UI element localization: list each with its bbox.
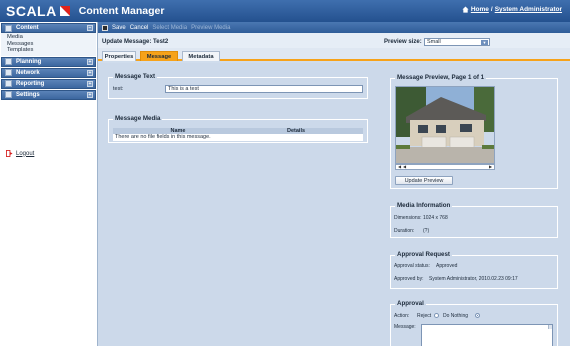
panel-title: Message Media [113, 115, 163, 122]
panel-title: Media Information [395, 202, 453, 209]
reject-radio[interactable] [434, 313, 439, 318]
tab-bar: Properties Message Metadata [98, 48, 570, 61]
dimensions-value: 1024 x 768 [423, 215, 448, 221]
approval-request-panel: Approval Request Approval status: Approv… [390, 251, 558, 289]
content-icon [5, 24, 12, 32]
section-label: Reporting [16, 80, 45, 87]
expand-icon[interactable]: + [87, 69, 93, 76]
panel-title: Message Text [113, 73, 158, 80]
media-info-panel: Media Information Dimensions: 1024 x 768… [390, 202, 558, 238]
panel-title: Message Preview, Page 1 of 1 [395, 74, 487, 81]
message-text-panel: Message Text test: This is a test [108, 73, 368, 99]
toolbar: Save Cancel Select Media Preview Media [98, 22, 570, 33]
collapse-icon[interactable]: − [87, 25, 93, 31]
main-area: Save Cancel Select Media Preview Media U… [98, 22, 570, 346]
approval-status-label: Approval status: [394, 263, 430, 269]
app-header: SCALA Content Manager Home / System Admi… [0, 0, 570, 22]
dimensions-label: Dimensions: [394, 215, 422, 221]
top-links: Home / System Administrator [462, 6, 562, 13]
section-label: Planning [16, 58, 42, 65]
select-media-button: Select Media [152, 24, 188, 31]
message-label: Message: [394, 324, 416, 330]
logout-link[interactable]: Logout [16, 151, 34, 157]
user-link[interactable]: System Administrator [495, 6, 562, 13]
home-icon[interactable] [462, 6, 469, 13]
test-field-label: test: [113, 86, 124, 92]
app-title: Content Manager [78, 5, 165, 17]
save-button[interactable]: Save [112, 25, 126, 31]
reporting-icon [5, 80, 12, 87]
preview-size-label: Preview size: [384, 39, 422, 45]
title-row: Update Message: Test2 Preview size: Smal… [98, 33, 570, 48]
panel-title: Approval [395, 300, 426, 307]
network-icon [5, 69, 12, 76]
tab-metadata[interactable]: Metadata [182, 51, 220, 61]
reject-label: Reject [417, 313, 432, 319]
sidebar-section-network[interactable]: Network + [1, 67, 96, 78]
save-icon[interactable] [102, 24, 108, 31]
logo-mark-icon [59, 5, 71, 17]
duration-value: (?) [423, 228, 430, 234]
settings-icon [5, 91, 12, 98]
panel-title: Approval Request [395, 251, 452, 258]
sidebar-section-planning[interactable]: Planning + [1, 56, 96, 67]
section-label: Network [16, 69, 40, 76]
do-nothing-label: Do Nothing [443, 313, 469, 319]
cancel-button[interactable]: Cancel [130, 25, 149, 31]
logout-icon [6, 150, 13, 157]
section-label: Settings [16, 91, 40, 98]
next-page-icon[interactable]: ▶ [488, 165, 493, 169]
home-link[interactable]: Home [471, 6, 489, 13]
section-label: Content [16, 25, 39, 31]
approved-by-value: System Administrator, 2010.02.23 09:17 [429, 276, 518, 282]
do-nothing-radio[interactable] [475, 313, 480, 318]
expand-icon[interactable]: + [87, 91, 93, 98]
scala-logo: SCALA Content Manager [6, 3, 165, 19]
preview-image [395, 86, 495, 164]
duration-label: Duration: [394, 228, 415, 234]
approval-status-value: Approved [436, 263, 458, 269]
tab-message[interactable]: Message [140, 51, 178, 61]
message-media-panel: Message Media Name Details There are no … [108, 115, 368, 143]
logo-text: SCALA [6, 3, 57, 19]
logout[interactable]: Logout [6, 150, 34, 157]
preview-panel: Message Preview, Page 1 of 1 ◀ ◀ ▶ Updat… [390, 74, 558, 189]
preview-size-value: Small [427, 39, 441, 45]
page-title: Update Message: Test2 [102, 39, 169, 45]
planning-icon [5, 58, 12, 65]
update-preview-button[interactable]: Update Preview [395, 176, 453, 185]
sidebar-section-content[interactable]: Content − [1, 23, 96, 33]
expand-icon[interactable]: + [87, 80, 93, 87]
expand-icon[interactable]: + [87, 58, 93, 65]
approved-by-label: Approved by: [394, 276, 424, 282]
sidebar-item-templates[interactable]: Templates [7, 47, 96, 54]
approval-message-textarea[interactable] [421, 324, 553, 346]
content-area: Message Text test: This is a test Messag… [98, 63, 570, 346]
test-field-input[interactable]: This is a test [165, 85, 363, 93]
preview-size-select[interactable]: Small ▼ [424, 38, 490, 46]
empty-row: There are no file fields in this message… [113, 134, 363, 141]
sidebar: Content − Media Messages Templates Plann… [0, 22, 98, 346]
sidebar-section-settings[interactable]: Settings + [1, 89, 96, 100]
approval-panel: Approval Action: Reject Do Nothing Messa… [390, 300, 558, 346]
action-label: Action: [394, 313, 410, 319]
media-table: Name Details There are no file fields in… [113, 128, 363, 141]
chevron-down-icon[interactable]: ▼ [481, 40, 488, 45]
sidebar-section-reporting[interactable]: Reporting + [1, 78, 96, 89]
column-details: Details [287, 128, 306, 134]
preview-scrollbar[interactable]: ◀ ◀ ▶ [395, 164, 495, 170]
preview-media-button: Preview Media [191, 24, 231, 31]
link-separator: / [490, 6, 493, 13]
content-items: Media Messages Templates [1, 33, 96, 56]
scrollbar[interactable] [548, 325, 552, 329]
tab-properties[interactable]: Properties [102, 51, 136, 61]
previous-page-icon[interactable]: ◀ [402, 165, 407, 169]
